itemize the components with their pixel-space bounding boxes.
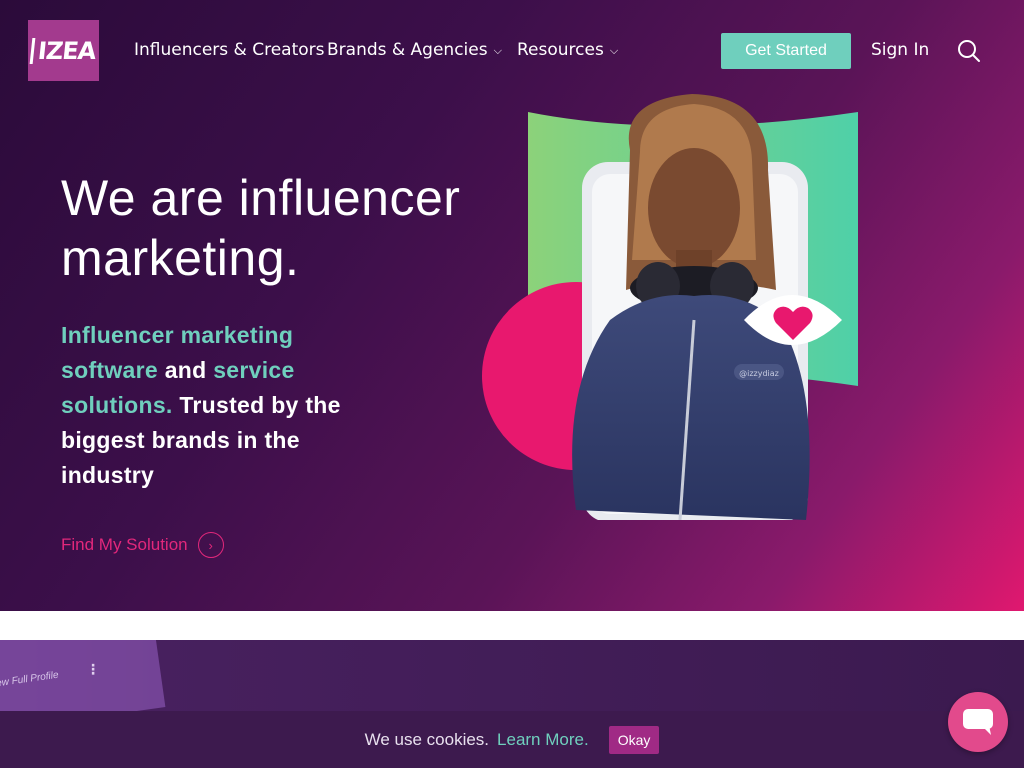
chat-button[interactable] — [948, 692, 1008, 752]
more-options-icon: ⋮ — [86, 662, 100, 678]
find-my-solution-link[interactable]: Find My Solution › — [61, 532, 224, 558]
learn-more-link[interactable]: Learn More. — [497, 730, 589, 750]
chevron-down-icon: ⌵ — [609, 44, 619, 57]
handle-tag: @izzydiaz — [739, 369, 779, 378]
sign-in-link[interactable]: Sign In — [871, 38, 929, 62]
nav-item-brands[interactable]: Brands & Agencies ⌵ — [327, 38, 502, 64]
find-label: Find My Solution — [61, 535, 188, 554]
hero-section: IZEA Influencers & Creators Brands & Age… — [0, 0, 1024, 611]
sub-highlight-4: solutions. — [61, 392, 173, 418]
get-started-button[interactable]: Get Started — [721, 33, 851, 69]
sub-highlight-3: service — [213, 357, 295, 383]
hero-subheading: Influencer marketing software and servic… — [61, 318, 391, 493]
cookie-banner: We use cookies. Learn More. Okay — [0, 711, 1024, 768]
chevron-right-icon: › — [197, 532, 224, 558]
nav-item-influencers[interactable]: Influencers & Creators — [134, 38, 325, 62]
izea-logo[interactable]: IZEA — [28, 20, 99, 81]
cookie-okay-button[interactable]: Okay — [608, 725, 660, 754]
sub-text-1: and — [164, 357, 207, 383]
nav-item-label: Brands & Agencies — [327, 40, 488, 60]
nav-item-resources[interactable]: Resources ⌵ — [517, 38, 618, 64]
nav-item-label: Resources — [517, 40, 604, 60]
logo-text: IZEA — [29, 37, 97, 65]
sub-highlight-2: software — [61, 357, 158, 383]
chat-bubble-icon — [963, 709, 993, 735]
sub-highlight-1: Influencer marketing — [61, 322, 294, 348]
nav-item-label: Influencers & Creators — [134, 40, 325, 60]
cookie-text: We use cookies. — [364, 729, 490, 749]
hero-illustration: @izzydiaz — [480, 90, 870, 522]
headline-line-2: marketing. — [61, 230, 300, 286]
search-icon[interactable] — [956, 38, 982, 64]
headline-line-1: We are influencer — [61, 170, 461, 226]
chevron-down-icon: ⌵ — [493, 44, 502, 57]
hero-headline: We are influencer marketing. — [61, 168, 531, 288]
